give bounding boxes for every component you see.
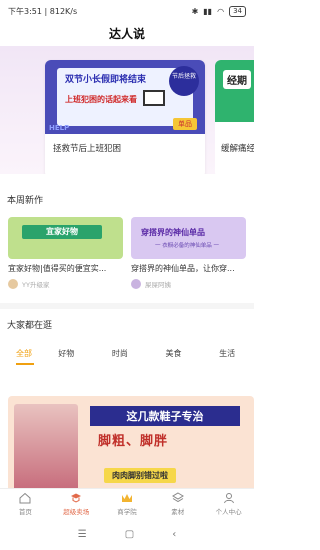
nav-item-home[interactable]: 首页 [0,489,51,518]
carousel-image-line1: 双节小长假即将结束 [65,75,147,85]
feature-tagline: 肉肉脚别错过啦 [104,468,176,483]
new-work-author: YY升级家 [8,279,123,289]
feature-subheadline: 脚粗、脚胖 [98,434,169,449]
author-name: 屎屎阿姨 [145,281,171,289]
carousel-image: 双节小长假即将结束 上班犯困的话起来看 节后拯救 单品 HELP [45,60,205,134]
carousel-badge: 节后拯救 [169,66,199,96]
carousel-card[interactable]: 经期 缓解痛经 [215,60,254,174]
tab-fashion[interactable]: 时尚 [93,347,147,369]
bluetooth-icon: ✱ [191,6,199,16]
signal-icon: ▮▮ [203,6,213,16]
feature-headline: 这几款鞋子专治 [90,406,240,426]
back-icon[interactable]: ‹ [172,529,176,540]
avatar [131,279,141,289]
home-square-icon[interactable]: ▢ [125,529,134,540]
new-works-list: 宜家好物 宜家好物|值得买的便宜实... YY升级家 穿搭界的神仙单品 一 衣橱… [0,217,254,301]
carousel-caption: 缓解痛经 [221,144,254,154]
status-speed: 812K/s [49,6,78,16]
section-title-stroll: 大家都在逛 [7,321,53,331]
new-work-card[interactable]: 穿搭界的神仙单品 一 衣橱必备的神仙单品 一 穿搭界的神仙单品，让你穿... 屎… [131,217,246,289]
home-icon [19,492,31,504]
new-work-title: 宜家好物|值得买的便宜实... [8,264,107,273]
nav-label: 个人中心 [215,508,242,516]
tab-food[interactable]: 美食 [147,347,201,369]
nav-item-materials[interactable]: 素材 [152,489,203,518]
tab-goods[interactable]: 好物 [39,347,93,369]
battery-icon: 34 [229,5,246,17]
feature-photo [14,404,78,492]
author-name: YY升级家 [22,281,50,289]
nav-item-business-school[interactable]: 商学院 [102,489,153,518]
carousel-card[interactable]: 双节小长假即将结束 上班犯困的话起来看 节后拯救 单品 HELP 拯救节后上班犯… [45,60,205,174]
feature-article-card[interactable]: 这几款鞋子专治 脚粗、脚胖 肉肉脚别错过啦 [8,396,254,492]
thumbnail-title: 宜家好物 [22,225,102,239]
active-tab-indicator [16,363,34,365]
person-icon [223,492,235,504]
wifi-icon: ◠ [217,6,225,16]
page-title: 达人说 [108,27,145,41]
new-work-thumbnail: 穿搭界的神仙单品 一 衣橱必备的神仙单品 一 [131,217,246,259]
section-divider [0,303,254,309]
new-work-thumbnail: 宜家好物 [8,217,123,259]
carousel-image-label: 经期 [223,70,251,89]
bottom-nav: 首页 超级卖场 商学院 素材 个人中心 [0,488,254,518]
monitor-icon [143,90,165,106]
tab-life[interactable]: 生活 [200,347,254,369]
menu-icon[interactable]: ☰ [78,529,87,540]
nav-label: 商学院 [117,508,137,516]
system-nav-bar: ☰ ▢ ‹ [0,518,254,550]
tab-all[interactable]: 全部 [0,347,39,369]
thumbnail-subtitle: 一 衣橱必备的神仙单品 一 [155,243,219,249]
new-work-card[interactable]: 宜家好物 宜家好物|值得买的便宜实... YY升级家 [8,217,123,289]
status-time: 下午3:51 [8,6,42,16]
avatar [8,279,18,289]
crown-icon [121,492,133,504]
thumbnail-title: 穿搭界的神仙单品 [141,228,205,237]
carousel-image: 经期 [215,60,254,122]
nav-item-super-mall[interactable]: 超级卖场 [51,489,102,518]
nav-label: 超级卖场 [63,508,90,516]
status-bar: 下午3:51 | 812K/s ✱ ▮▮ ◠ 34 [0,0,254,22]
carousel-help-text: HELP [49,124,70,132]
nav-label: 首页 [18,508,32,516]
nav-label: 素材 [171,508,185,516]
carousel-caption: 拯救节后上班犯困 [53,144,122,154]
category-tabs: 全部 好物 时尚 美食 生活 [0,347,254,369]
carousel-tag: 单品 [173,118,197,130]
hero-carousel[interactable]: 双节小长假即将结束 上班犯困的话起来看 节后拯救 单品 HELP 拯救节后上班犯… [0,46,254,174]
mortarboard-icon [70,492,82,504]
carousel-image-line2: 上班犯困的话起来看 [65,95,137,104]
new-work-author: 屎屎阿姨 [131,279,246,289]
new-work-title: 穿搭界的神仙单品，让你穿... [131,264,235,273]
section-title-new-works: 本周新作 [7,196,44,206]
nav-item-profile[interactable]: 个人中心 [203,489,254,518]
layers-icon [171,492,184,504]
